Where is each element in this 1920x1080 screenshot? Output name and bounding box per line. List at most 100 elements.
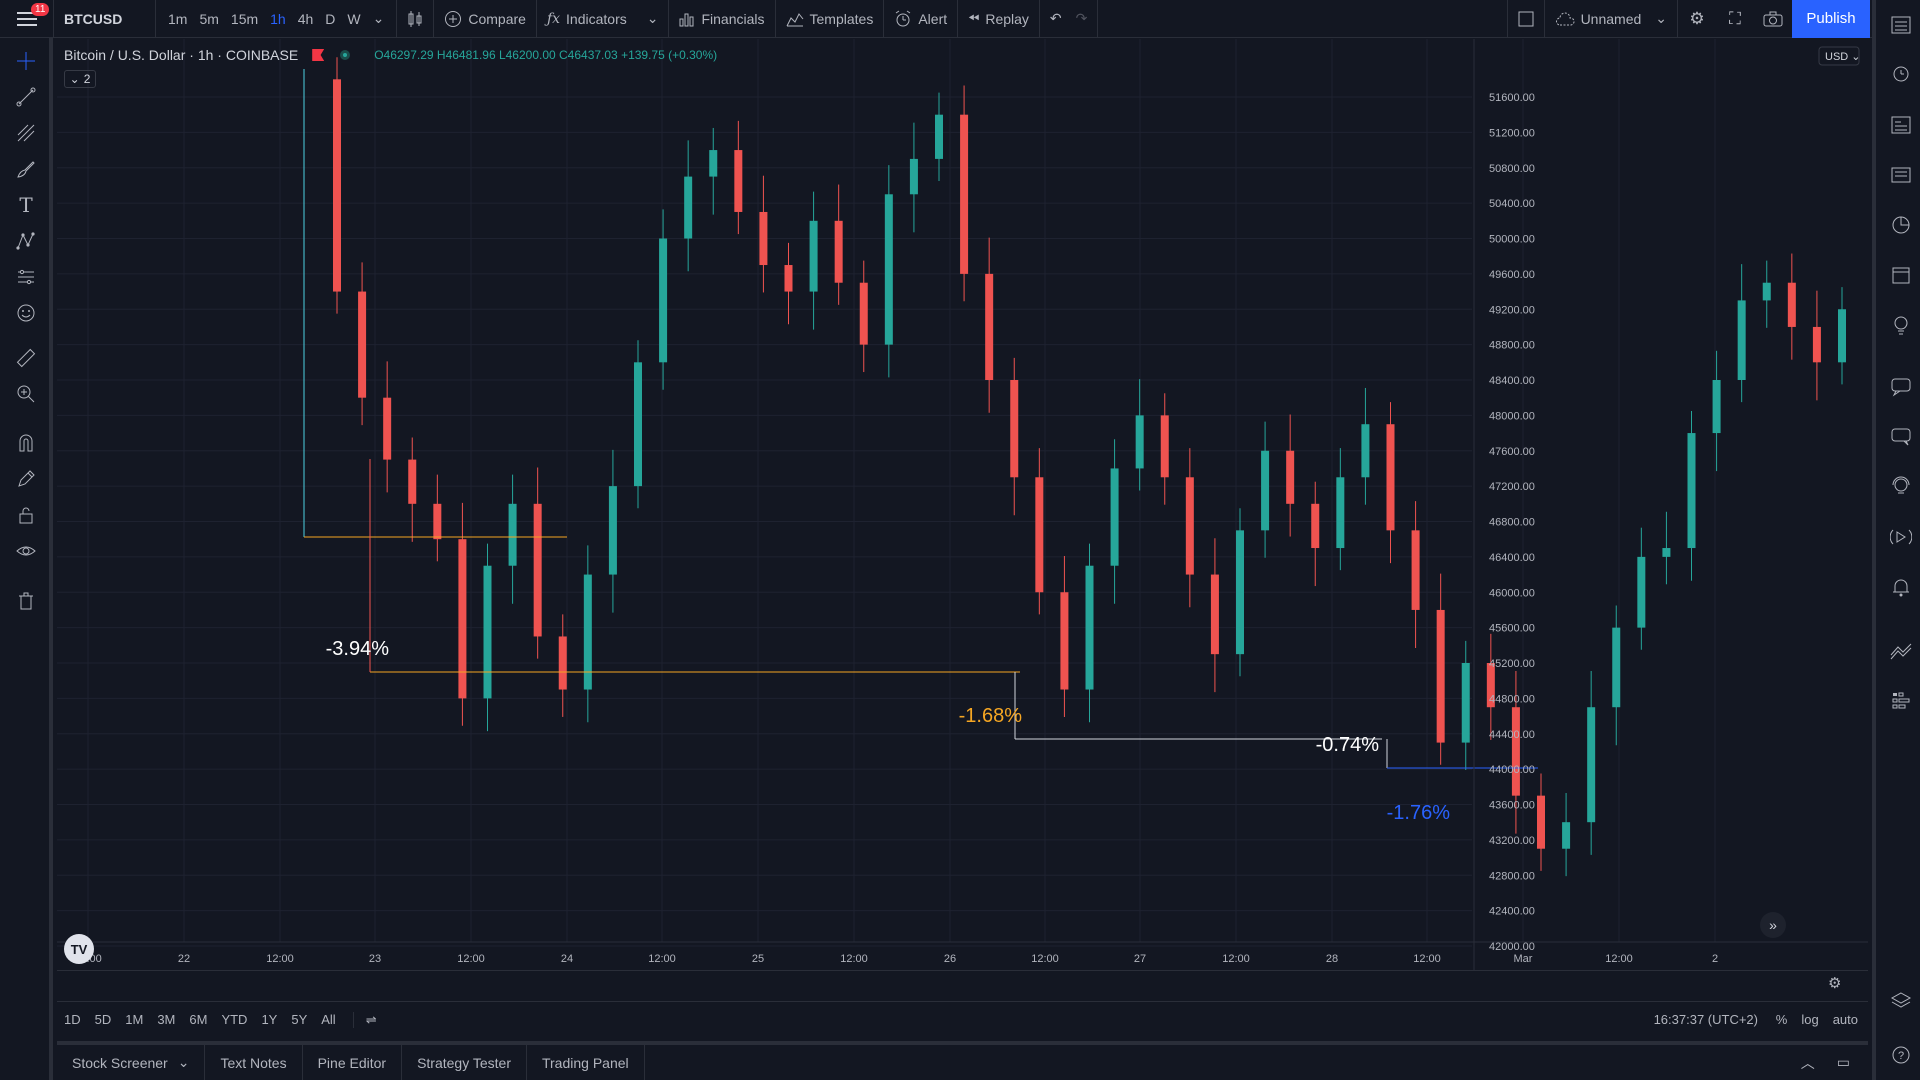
financials-button[interactable]: Financials — [669, 0, 776, 38]
tab-stock-screener[interactable]: Stock Screener ⌄ — [57, 1045, 206, 1080]
magnet-icon[interactable] — [12, 429, 40, 457]
range-ytd[interactable]: YTD — [214, 1012, 254, 1027]
dom-icon[interactable] — [1886, 686, 1916, 716]
hotlist-icon[interactable] — [1886, 210, 1916, 240]
range-6m[interactable]: 6M — [182, 1012, 214, 1027]
symbol-title[interactable]: Bitcoin / U.S. Dollar · 1h · COINBASE — [64, 47, 298, 63]
range-5y[interactable]: 5Y — [284, 1012, 314, 1027]
log-scale-toggle[interactable]: log — [1801, 1012, 1818, 1027]
main-menu-button[interactable]: 11 — [0, 0, 54, 38]
interval-1h[interactable]: 1h — [264, 11, 292, 27]
candle — [1210, 538, 1219, 693]
prediction-tools-icon[interactable] — [12, 263, 40, 291]
percent-change-label[interactable]: -1.76% — [1387, 802, 1451, 824]
ideas-stream-icon[interactable] — [1886, 472, 1916, 502]
compare-button[interactable]: Compare — [434, 0, 537, 38]
ideas-lightbulb-icon[interactable] — [1886, 310, 1916, 340]
interval-dropdown-chevron-icon[interactable]: ⌄ — [367, 10, 391, 27]
data-window-icon[interactable] — [1886, 110, 1916, 140]
stay-in-drawing-mode-icon[interactable] — [12, 465, 40, 493]
alerts-clock-icon[interactable] — [1886, 58, 1916, 88]
maximize-panel-icon[interactable]: ▭ — [1837, 1054, 1850, 1071]
tab-trading-panel[interactable]: Trading Panel — [527, 1045, 645, 1080]
news-icon[interactable] — [1886, 160, 1916, 190]
auto-scale-toggle[interactable]: auto — [1833, 1012, 1858, 1027]
interval-5m[interactable]: 5m — [193, 11, 224, 27]
scroll-to-realtime-button[interactable]: » — [1760, 912, 1786, 938]
range-3m[interactable]: 3M — [150, 1012, 182, 1027]
top-toolbar: 11 BTCUSD 1m 5m 15m 1h 4h D W ⌄ Compare … — [0, 0, 1920, 38]
brush-icon[interactable] — [12, 155, 40, 183]
tab-pine-editor[interactable]: Pine Editor — [303, 1045, 403, 1080]
redo-icon[interactable]: ↷ — [1076, 10, 1088, 27]
interval-1m[interactable]: 1m — [162, 11, 193, 27]
timezone-clock[interactable]: 16:37:37 (UTC+2) — [1654, 1012, 1758, 1027]
trading-panel-icon[interactable] — [1886, 636, 1916, 666]
interval-w[interactable]: W — [341, 11, 366, 27]
chart-legend: Bitcoin / U.S. Dollar · 1h · COINBASE O4… — [64, 47, 717, 63]
time-axis-settings-gear-icon[interactable]: ⚙ — [1828, 974, 1841, 992]
layout-name-button[interactable]: Unnamed ⌄ — [1545, 0, 1678, 38]
calendar-icon[interactable] — [1886, 260, 1916, 290]
fib-retracement-icon[interactable] — [12, 119, 40, 147]
range-1d[interactable]: 1D — [57, 1012, 88, 1027]
trend-line-icon[interactable] — [12, 83, 40, 111]
interval-4h[interactable]: 4h — [292, 11, 320, 27]
layout-select-button[interactable] — [1506, 0, 1545, 38]
candle — [1035, 448, 1044, 615]
watchlist-icon[interactable] — [1886, 10, 1916, 40]
percent-scale-toggle[interactable]: % — [1776, 1012, 1788, 1027]
crosshair-icon[interactable] — [12, 47, 40, 75]
replay-button[interactable]: ⏪︎ Replay — [958, 0, 1040, 38]
chevron-up-icon[interactable]: ︿ — [1801, 1053, 1815, 1073]
help-icon[interactable]: ? — [1886, 1040, 1916, 1070]
range-all[interactable]: All — [314, 1012, 342, 1027]
private-chats-icon[interactable] — [1886, 422, 1916, 452]
range-1m[interactable]: 1M — [118, 1012, 150, 1027]
publish-button[interactable]: Publish — [1792, 0, 1870, 38]
legend-collapse-button[interactable]: ⌄ 2 — [64, 70, 96, 88]
settings-gear-icon[interactable]: ⚙ — [1678, 0, 1716, 38]
candle — [583, 545, 592, 723]
candle — [659, 209, 668, 390]
range-5d[interactable]: 5D — [88, 1012, 119, 1027]
object-tree-layers-icon[interactable] — [1886, 986, 1916, 1016]
pattern-icon[interactable] — [12, 227, 40, 255]
percent-change-label[interactable]: -0.74% — [1316, 734, 1380, 756]
templates-button[interactable]: Templates — [776, 0, 885, 38]
chart-pane[interactable]: -3.94% -1.68% -0.74% -1.76% 51600.00 51200.0… — [57, 39, 1868, 971]
lock-icon[interactable] — [12, 501, 40, 529]
fullscreen-icon[interactable]: ⛶ — [1716, 0, 1754, 38]
range-1y[interactable]: 1Y — [254, 1012, 284, 1027]
interval-d[interactable]: D — [319, 11, 341, 27]
camera-icon[interactable] — [1754, 0, 1792, 38]
ruler-icon[interactable] — [12, 344, 40, 372]
tab-text-notes[interactable]: Text Notes — [205, 1045, 303, 1080]
notifications-bell-icon[interactable] — [1886, 572, 1916, 602]
chart-type-button[interactable] — [397, 0, 435, 38]
eye-icon[interactable] — [12, 537, 40, 565]
indicators-button[interactable]: ƒx Indicators ⌄ — [537, 0, 670, 38]
text-tool-icon[interactable]: T — [12, 191, 40, 219]
undo-icon[interactable]: ↶ — [1050, 10, 1062, 27]
alert-button[interactable]: Alert — [884, 0, 959, 38]
interval-15m[interactable]: 15m — [225, 11, 264, 27]
zoom-in-icon[interactable] — [12, 380, 40, 408]
flag-icon[interactable] — [312, 49, 325, 61]
candle — [1060, 555, 1069, 717]
price-chart[interactable]: -3.94% -1.68% -0.74% -1.76% 51600.00 51200.0… — [57, 39, 1868, 971]
tab-strategy-tester[interactable]: Strategy Tester — [402, 1045, 527, 1080]
undo-redo-group: ↶ ↷ — [1040, 0, 1099, 38]
candle — [1110, 439, 1119, 604]
emoji-icon[interactable] — [12, 299, 40, 327]
chats-icon[interactable] — [1886, 372, 1916, 402]
percent-change-label[interactable]: -1.68% — [959, 705, 1023, 727]
symbol-search-button[interactable]: BTCUSD — [54, 0, 156, 38]
candle — [333, 57, 341, 314]
tradingview-logo[interactable]: TV — [64, 934, 94, 964]
trash-icon[interactable] — [12, 587, 40, 615]
streams-play-icon[interactable] — [1886, 522, 1916, 552]
candle — [1185, 448, 1194, 608]
goto-date-icon[interactable]: ⇌ — [352, 1011, 384, 1028]
percent-change-label[interactable]: -3.94% — [326, 638, 390, 660]
